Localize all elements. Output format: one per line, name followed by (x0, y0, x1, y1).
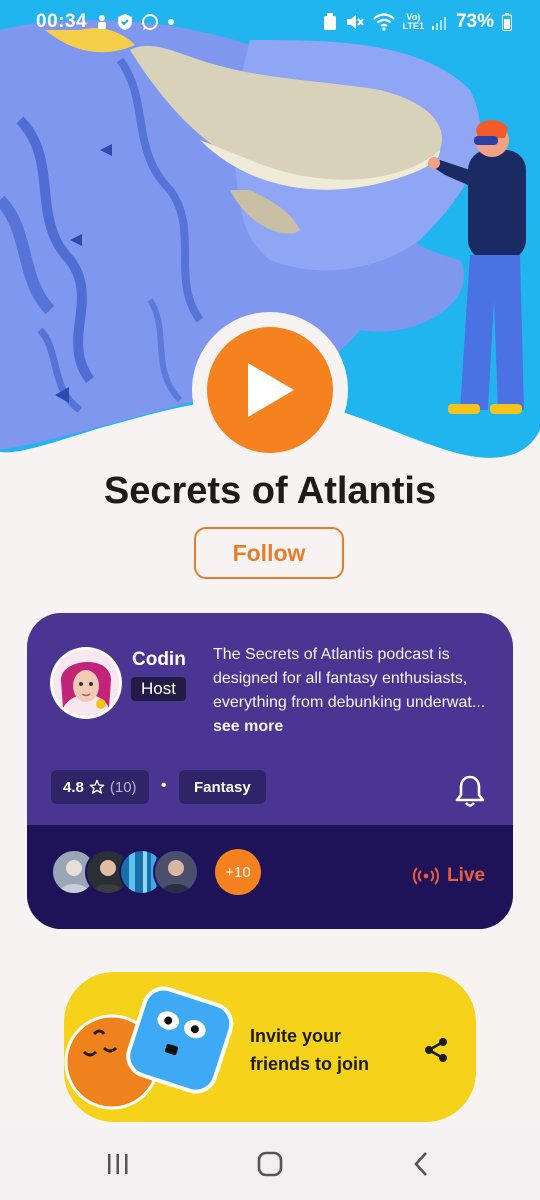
rating-count: (10) (109, 778, 137, 796)
whatsapp-icon (141, 13, 159, 31)
listener-avatar (153, 849, 199, 895)
host-badge: Host (131, 677, 186, 701)
back-icon[interactable] (410, 1150, 432, 1183)
podcast-title: Secrets of Atlantis (103, 470, 437, 512)
separator-dot: • (161, 777, 167, 794)
battery-percent: 73% (455, 11, 494, 32)
rating-pill[interactable]: 4.8 (10) (51, 770, 149, 804)
podcast-card: Codin Host The Secrets of Atlantis podca… (27, 613, 513, 929)
invite-illustration (64, 986, 234, 1110)
dot-icon (167, 18, 175, 26)
network-type-label: Vo) LTE1 (402, 12, 424, 31)
listener-avatars[interactable]: +10 (51, 849, 271, 897)
follow-button[interactable]: Follow (194, 527, 344, 579)
invite-banner[interactable]: Invite your friends to join (64, 972, 476, 1122)
play-icon (248, 363, 294, 417)
host-avatar[interactable] (50, 647, 122, 719)
invite-text: Invite your friends to join (250, 1026, 369, 1074)
usb-debug-icon (95, 14, 109, 30)
wifi-icon (372, 13, 395, 31)
rating-value: 4.8 (63, 778, 84, 796)
more-listeners-badge: +10 (215, 849, 261, 895)
genre-pill[interactable]: Fantasy (179, 770, 266, 804)
mute-icon (345, 13, 365, 31)
star-icon (89, 779, 105, 794)
live-indicator[interactable]: Live (413, 865, 485, 887)
signal-icon (431, 14, 448, 30)
host-name: Codin (132, 649, 186, 670)
play-button-ring (192, 312, 348, 468)
play-button[interactable] (207, 327, 333, 453)
recent-apps-icon[interactable] (106, 1150, 130, 1183)
live-broadcast-icon (413, 867, 439, 885)
podcast-description: The Secrets of Atlantis podcast is desig… (213, 643, 498, 739)
status-time: 00:34 (36, 11, 88, 32)
home-icon[interactable] (256, 1150, 284, 1183)
description-text: The Secrets of Atlantis podcast is desig… (213, 646, 486, 711)
battery-icon (502, 13, 512, 31)
bell-icon[interactable] (455, 774, 485, 813)
system-nav-bar (0, 1128, 540, 1200)
live-label: Live (447, 865, 486, 886)
share-icon[interactable] (422, 1036, 450, 1069)
card-footer: +10 Live (27, 825, 513, 929)
shield-check-icon (117, 13, 133, 31)
see-more-link[interactable]: see more (213, 718, 283, 735)
status-bar: 00:34 Vo) LTE1 73% (0, 0, 540, 44)
alarm-icon (323, 13, 337, 31)
